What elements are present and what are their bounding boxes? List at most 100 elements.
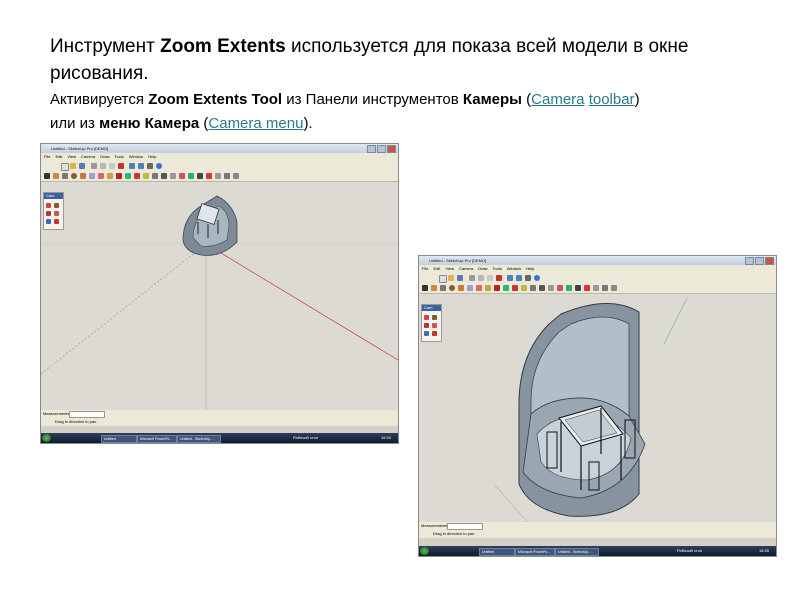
zoom-window-icon[interactable] bbox=[432, 323, 437, 328]
paste-icon[interactable] bbox=[109, 163, 115, 169]
new-icon[interactable] bbox=[61, 163, 69, 171]
camera-menu-link[interactable]: Camera menu bbox=[208, 115, 303, 132]
protractor-icon[interactable] bbox=[566, 285, 572, 291]
tray-desktop-label[interactable]: Рабочий стол bbox=[293, 433, 318, 443]
taskbar-item[interactable]: Untitled bbox=[479, 548, 515, 556]
menu-edit[interactable]: Edit bbox=[55, 153, 62, 161]
zoom-tool-icon[interactable] bbox=[46, 211, 51, 216]
scale-icon[interactable] bbox=[152, 173, 158, 179]
follow-me-icon[interactable] bbox=[143, 173, 149, 179]
axes-icon[interactable] bbox=[584, 285, 590, 291]
text-icon[interactable] bbox=[575, 285, 581, 291]
minimize-button[interactable] bbox=[367, 145, 376, 153]
select-icon[interactable] bbox=[44, 173, 50, 179]
zoom-extents-icon[interactable] bbox=[54, 219, 59, 224]
menu-file[interactable]: File bbox=[44, 153, 50, 161]
polygon-icon[interactable] bbox=[89, 173, 95, 179]
close-button[interactable] bbox=[765, 257, 774, 265]
pan-tool-icon[interactable] bbox=[54, 203, 59, 208]
menu-window[interactable]: Window bbox=[129, 153, 143, 161]
move-icon[interactable] bbox=[125, 173, 131, 179]
axes-icon[interactable] bbox=[206, 173, 212, 179]
paint-bucket-icon[interactable] bbox=[107, 173, 113, 179]
menu-edit[interactable]: Edit bbox=[433, 265, 440, 273]
help-icon[interactable] bbox=[156, 163, 162, 169]
cut-icon[interactable] bbox=[91, 163, 97, 169]
menu-draw[interactable]: Draw bbox=[478, 265, 487, 273]
offset-icon[interactable] bbox=[161, 173, 167, 179]
taskbar-item[interactable]: Untitled bbox=[101, 435, 137, 443]
text-icon[interactable] bbox=[197, 173, 203, 179]
pan-icon[interactable] bbox=[611, 285, 617, 291]
erase-icon[interactable] bbox=[496, 275, 502, 281]
undo-icon[interactable] bbox=[507, 275, 513, 281]
toolbar-link[interactable]: toolbar bbox=[589, 91, 635, 108]
taskbar-item[interactable]: Untitled - SketchUp... bbox=[555, 548, 599, 556]
menu-camera[interactable]: Camera bbox=[81, 153, 95, 161]
3d-text-icon[interactable] bbox=[215, 173, 221, 179]
redo-icon[interactable] bbox=[138, 163, 144, 169]
menu-file[interactable]: File bbox=[422, 265, 428, 273]
open-icon[interactable] bbox=[448, 275, 454, 281]
redo-icon[interactable] bbox=[516, 275, 522, 281]
orbit-tool-icon[interactable] bbox=[46, 203, 51, 208]
taskbar-item[interactable]: Untitled - SketchUp... bbox=[177, 435, 221, 443]
taskbar-item[interactable]: Microsoft PowerPo... bbox=[137, 435, 177, 443]
dimension-icon[interactable] bbox=[179, 173, 185, 179]
menu-window[interactable]: Window bbox=[507, 265, 521, 273]
tape-measure-icon[interactable] bbox=[170, 173, 176, 179]
protractor-icon[interactable] bbox=[188, 173, 194, 179]
menu-camera[interactable]: Camera bbox=[459, 265, 473, 273]
arc-icon[interactable] bbox=[80, 173, 86, 179]
arc-icon[interactable] bbox=[458, 285, 464, 291]
rotate-icon[interactable] bbox=[512, 285, 518, 291]
dimension-icon[interactable] bbox=[557, 285, 563, 291]
rectangle-icon[interactable] bbox=[62, 173, 68, 179]
previous-view-icon[interactable] bbox=[46, 219, 51, 224]
pan-icon[interactable] bbox=[233, 173, 239, 179]
push-pull-icon[interactable] bbox=[116, 173, 122, 179]
menu-view[interactable]: View bbox=[67, 153, 76, 161]
menu-tools[interactable]: Tools bbox=[115, 153, 124, 161]
paste-icon[interactable] bbox=[487, 275, 493, 281]
cut-icon[interactable] bbox=[469, 275, 475, 281]
select-icon[interactable] bbox=[422, 285, 428, 291]
pencil-icon[interactable] bbox=[431, 285, 437, 291]
maximize-button[interactable] bbox=[377, 145, 386, 153]
rotate-icon[interactable] bbox=[134, 173, 140, 179]
move-icon[interactable] bbox=[503, 285, 509, 291]
start-button[interactable] bbox=[420, 547, 429, 555]
camera-toolbar-panel[interactable]: Cam bbox=[421, 304, 442, 342]
menu-help[interactable]: Help bbox=[148, 153, 156, 161]
zoom-tool-icon[interactable] bbox=[424, 323, 429, 328]
orbit-icon[interactable] bbox=[224, 173, 230, 179]
menu-draw[interactable]: Draw bbox=[100, 153, 109, 161]
menu-view[interactable]: View bbox=[445, 265, 454, 273]
help-icon[interactable] bbox=[534, 275, 540, 281]
orbit-icon[interactable] bbox=[602, 285, 608, 291]
offset-icon[interactable] bbox=[539, 285, 545, 291]
camera-link[interactable]: Camera bbox=[531, 91, 584, 108]
orbit-tool-icon[interactable] bbox=[424, 315, 429, 320]
tape-measure-icon[interactable] bbox=[548, 285, 554, 291]
print-icon[interactable] bbox=[525, 275, 531, 281]
camera-toolbar-panel[interactable]: Cam bbox=[43, 192, 64, 230]
scale-icon[interactable] bbox=[530, 285, 536, 291]
close-button[interactable] bbox=[387, 145, 396, 153]
rectangle-icon[interactable] bbox=[440, 285, 446, 291]
taskbar-item[interactable]: Microsoft PowerPo... bbox=[515, 548, 555, 556]
tray-desktop-label[interactable]: Рабочий стол bbox=[677, 546, 702, 556]
menu-tools[interactable]: Tools bbox=[493, 265, 502, 273]
new-icon[interactable] bbox=[439, 275, 447, 283]
save-icon[interactable] bbox=[79, 163, 85, 169]
eraser-icon[interactable] bbox=[98, 173, 104, 179]
circle-icon[interactable] bbox=[449, 285, 455, 291]
3d-text-icon[interactable] bbox=[593, 285, 599, 291]
measurements-input[interactable] bbox=[69, 411, 105, 418]
open-icon[interactable] bbox=[70, 163, 76, 169]
minimize-button[interactable] bbox=[745, 257, 754, 265]
drawing-viewport[interactable]: Cam bbox=[419, 294, 776, 522]
pencil-icon[interactable] bbox=[53, 173, 59, 179]
save-icon[interactable] bbox=[457, 275, 463, 281]
menu-help[interactable]: Help bbox=[526, 265, 534, 273]
